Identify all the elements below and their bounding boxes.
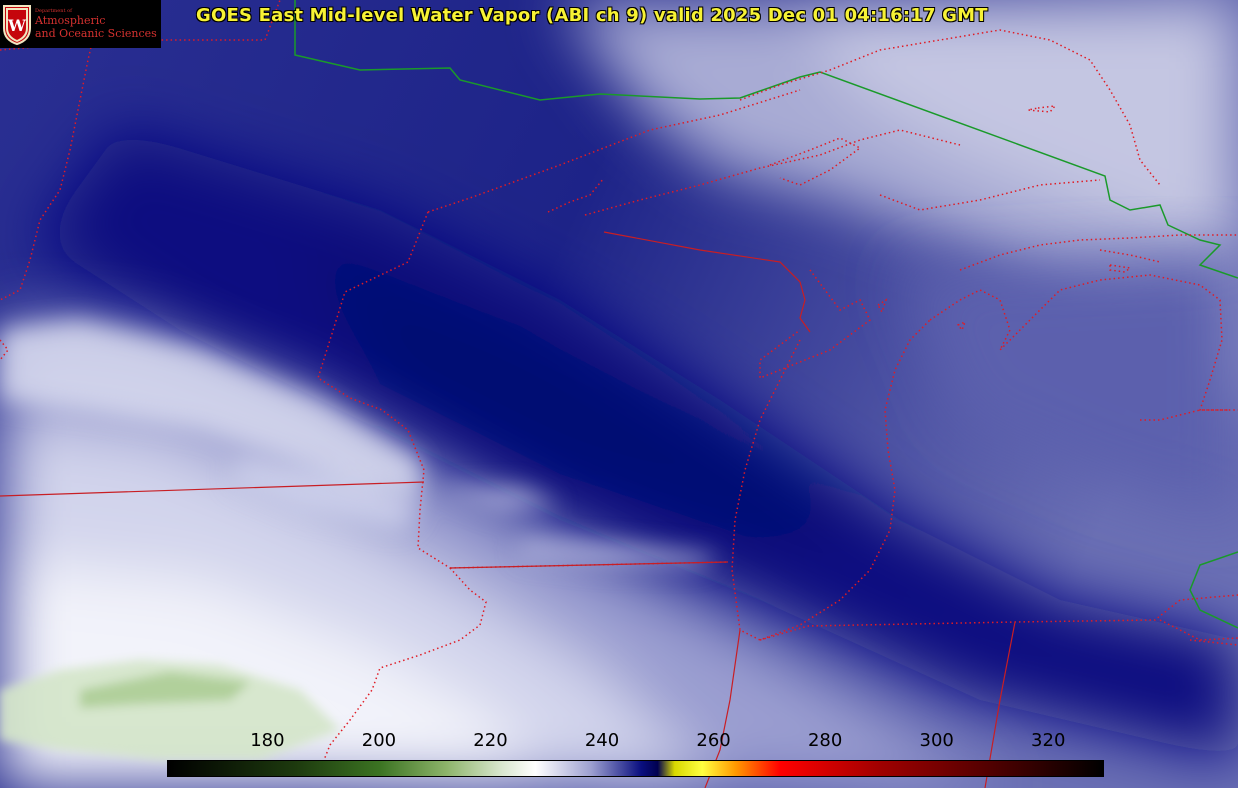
image-title: GOES East Mid-level Water Vapor (ABI ch …	[196, 5, 988, 26]
satellite-image-viewer: W Department of Atmospheric and Oceanic …	[0, 0, 1238, 788]
logo-line-atmospheric: Atmospheric	[35, 14, 106, 27]
colorbar-tick-label: 200	[361, 730, 397, 751]
colorbar-tick-label: 300	[919, 730, 954, 751]
colorbar-tick-label: 280	[807, 730, 843, 751]
colorbar-tick-label: 320	[1031, 730, 1066, 751]
logo-line-oceanic: and Oceanic Sciences	[35, 27, 157, 40]
colorbar-tick-label: 260	[696, 730, 731, 751]
colorbar-tick-label: 220	[473, 730, 508, 751]
aos-logo: W Department of Atmospheric and Oceanic …	[0, 0, 161, 48]
colorbar-tick-label: 180	[250, 730, 285, 751]
svg-text:W: W	[7, 16, 27, 35]
colorbar-tick-label: 240	[584, 730, 620, 751]
uw-crest-icon: W	[3, 5, 31, 46]
temperature-colorbar	[167, 760, 1104, 777]
water-vapor-map	[0, 0, 1238, 788]
